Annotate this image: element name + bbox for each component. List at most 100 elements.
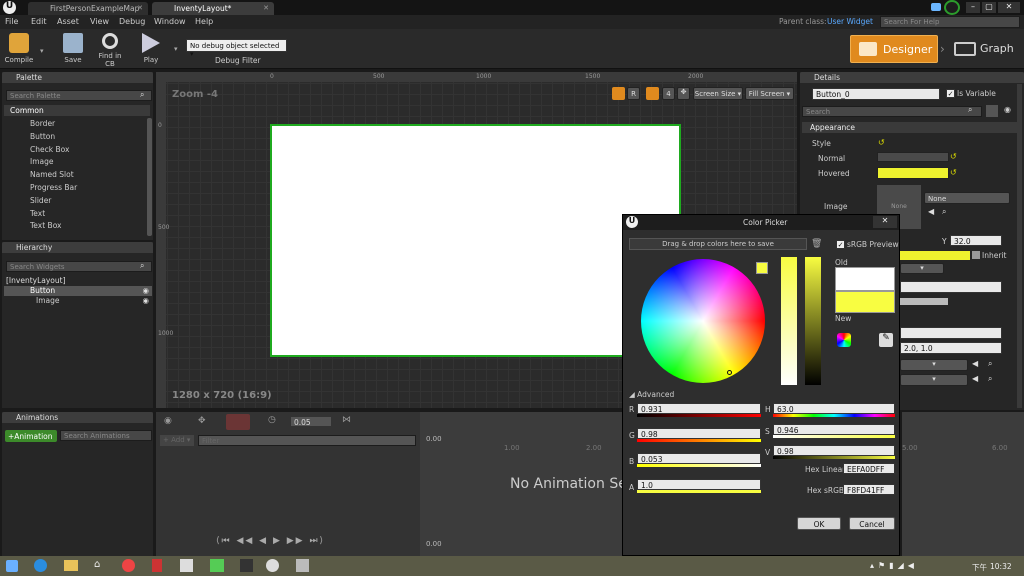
compile-button[interactable]: Compile bbox=[2, 32, 36, 66]
browse-icon[interactable]: ⌕ bbox=[988, 374, 992, 384]
appearance-section[interactable]: Appearance bbox=[802, 122, 1022, 133]
track-filter-input[interactable]: Filter bbox=[198, 435, 416, 446]
reset-arrow-icon[interactable]: ↺ bbox=[878, 138, 885, 147]
hierarchy-search-input[interactable]: Search Widgets bbox=[6, 261, 152, 272]
app-icon[interactable] bbox=[296, 559, 309, 572]
eyedropper-icon[interactable]: ✎ bbox=[879, 333, 893, 347]
move-icon[interactable]: ✥ bbox=[677, 87, 690, 100]
respect-locks-button[interactable]: R bbox=[627, 87, 640, 100]
add-track-button[interactable]: + Add ▾ bbox=[160, 435, 194, 446]
advanced-section[interactable]: ◢ Advanced bbox=[629, 390, 674, 399]
system-tray-icons[interactable]: ▴⚑▮◢◀ bbox=[870, 561, 918, 570]
browse-icon[interactable]: ⌕ bbox=[942, 207, 946, 217]
draw-as-dropdown[interactable]: ▾ bbox=[900, 263, 944, 274]
layout-toggle-icon[interactable] bbox=[612, 87, 625, 100]
tint-swatch[interactable] bbox=[900, 251, 970, 260]
play-button[interactable]: Play bbox=[134, 32, 168, 66]
browse-icon[interactable]: ⌕ bbox=[988, 359, 992, 369]
palette-item-text[interactable]: Text bbox=[2, 207, 147, 220]
channel-h-input[interactable]: 63.0 bbox=[773, 403, 895, 414]
menu-file[interactable]: File bbox=[5, 17, 18, 26]
snap-icon[interactable]: ⋈ bbox=[342, 415, 351, 425]
hex-srgb-input[interactable]: F8FD41FF bbox=[843, 484, 895, 495]
source-control-icon[interactable] bbox=[944, 0, 960, 15]
inherit-checkbox[interactable] bbox=[972, 251, 980, 259]
help-search-input[interactable]: Search For Help bbox=[880, 16, 1020, 28]
palette-search-input[interactable]: Search Palette bbox=[6, 90, 152, 101]
app-icon[interactable] bbox=[180, 559, 193, 572]
menu-window[interactable]: Window bbox=[154, 17, 186, 26]
channel-b-bar[interactable] bbox=[637, 464, 761, 467]
sound-dropdown[interactable]: ▾ bbox=[900, 359, 968, 371]
debug-object-select[interactable]: No debug object selected ▾ bbox=[186, 39, 287, 58]
padding-field[interactable]: 2.0, 1.0 bbox=[900, 342, 1002, 354]
normal-brush-swatch[interactable] bbox=[877, 152, 949, 162]
color-swatch[interactable] bbox=[900, 298, 948, 305]
sound-dropdown[interactable]: ▾ bbox=[900, 374, 968, 386]
close-window-button[interactable]: ✕ bbox=[998, 2, 1020, 13]
graph-mode-button[interactable]: Graph bbox=[952, 35, 1018, 63]
fill-screen-dropdown[interactable]: Fill Screen ▾ bbox=[745, 87, 794, 100]
channel-r-bar[interactable] bbox=[637, 414, 761, 417]
hierarchy-item-image[interactable]: Image ◉ bbox=[4, 296, 152, 306]
compile-options-icon[interactable]: ▾ bbox=[40, 47, 44, 55]
timeline-area[interactable]: 0.00 1.00 2.00 No Animation Se 0.00 bbox=[420, 412, 627, 556]
channel-v-bar[interactable] bbox=[773, 456, 895, 459]
tab-widget[interactable]: InventyLayout* ✕ bbox=[152, 2, 274, 15]
palette-item-named-slot[interactable]: Named Slot bbox=[2, 168, 147, 181]
home-icon[interactable]: ⌂ bbox=[94, 559, 100, 570]
line-icon[interactable] bbox=[210, 559, 224, 572]
is-variable-checkbox[interactable]: ✓ bbox=[946, 89, 955, 98]
clock-icon[interactable]: ◷ bbox=[268, 415, 276, 425]
eye-icon[interactable]: ◉ bbox=[164, 416, 172, 426]
windows-start-icon[interactable] bbox=[6, 560, 18, 572]
chat-icon[interactable] bbox=[931, 3, 941, 11]
eye-icon[interactable]: ◉ bbox=[142, 286, 149, 295]
property-matrix-icon[interactable] bbox=[986, 105, 998, 117]
channel-b-input[interactable]: 0.053 bbox=[637, 453, 761, 464]
designer-mode-button[interactable]: Designer bbox=[850, 35, 938, 63]
parent-class-link[interactable]: User Widget bbox=[827, 17, 873, 26]
hovered-brush-swatch[interactable] bbox=[877, 167, 949, 179]
find-in-cb-button[interactable]: Find in CB bbox=[93, 32, 127, 68]
palette-scrollbar[interactable] bbox=[147, 118, 152, 236]
channel-g-bar[interactable] bbox=[637, 439, 761, 442]
channel-v-input[interactable]: 0.98 bbox=[773, 445, 895, 456]
color-wheel-cursor[interactable] bbox=[727, 370, 732, 375]
hierarchy-item-button[interactable]: Button ◉ bbox=[4, 286, 152, 296]
playback-controls[interactable]: ⟨⏮ ◀◀ ◀ ▶ ▶▶ ⏭⟩ bbox=[216, 536, 325, 546]
time-snap-field[interactable]: 0.05 bbox=[290, 416, 332, 427]
app-icon[interactable] bbox=[152, 559, 162, 572]
color-themes-icon[interactable] bbox=[837, 333, 851, 347]
palette-item-border[interactable]: Border bbox=[2, 117, 147, 130]
maximize-button[interactable]: ▢ bbox=[982, 2, 996, 13]
unreal-taskbar-icon[interactable] bbox=[266, 559, 279, 572]
add-animation-button[interactable]: +Animation bbox=[5, 430, 57, 442]
animation-search-input[interactable]: Search Animations bbox=[60, 430, 152, 441]
reset-arrow-icon[interactable]: ↺ bbox=[950, 168, 957, 177]
channel-h-bar[interactable] bbox=[773, 414, 895, 417]
screen-size-dropdown[interactable]: Screen Size ▾ bbox=[693, 87, 743, 100]
reset-arrow-icon[interactable]: ↺ bbox=[950, 152, 957, 161]
y-value-field[interactable]: 32.0 bbox=[950, 235, 1002, 246]
chrome-icon[interactable] bbox=[122, 559, 135, 572]
transform-icon[interactable]: ✥ bbox=[198, 416, 206, 426]
widget-name-field[interactable]: Button_0 bbox=[812, 88, 940, 100]
menu-debug[interactable]: Debug bbox=[119, 17, 145, 26]
arrow-left-icon[interactable]: ◀ bbox=[928, 207, 934, 216]
channel-g-input[interactable]: 0.98 bbox=[637, 428, 761, 439]
eye-icon[interactable]: ◉ bbox=[1004, 105, 1011, 114]
palette-item-image[interactable]: Image bbox=[2, 155, 147, 168]
palette-item-slider[interactable]: Slider bbox=[2, 194, 147, 207]
image-asset-dropdown[interactable]: None bbox=[924, 192, 1010, 204]
details-search-input[interactable]: Search bbox=[802, 106, 982, 117]
eye-icon[interactable]: ◉ bbox=[142, 296, 149, 305]
app-icon[interactable] bbox=[240, 559, 253, 572]
palette-item-progress-bar[interactable]: Progress Bar bbox=[2, 181, 147, 194]
value-slider[interactable] bbox=[805, 257, 821, 385]
trash-icon[interactable]: 🗑 bbox=[811, 239, 822, 249]
menu-help[interactable]: Help bbox=[195, 17, 213, 26]
arrow-left-icon[interactable]: ◀ bbox=[972, 374, 978, 383]
grid-snap-icon[interactable] bbox=[646, 87, 659, 100]
channel-s-input[interactable]: 0.946 bbox=[773, 424, 895, 435]
